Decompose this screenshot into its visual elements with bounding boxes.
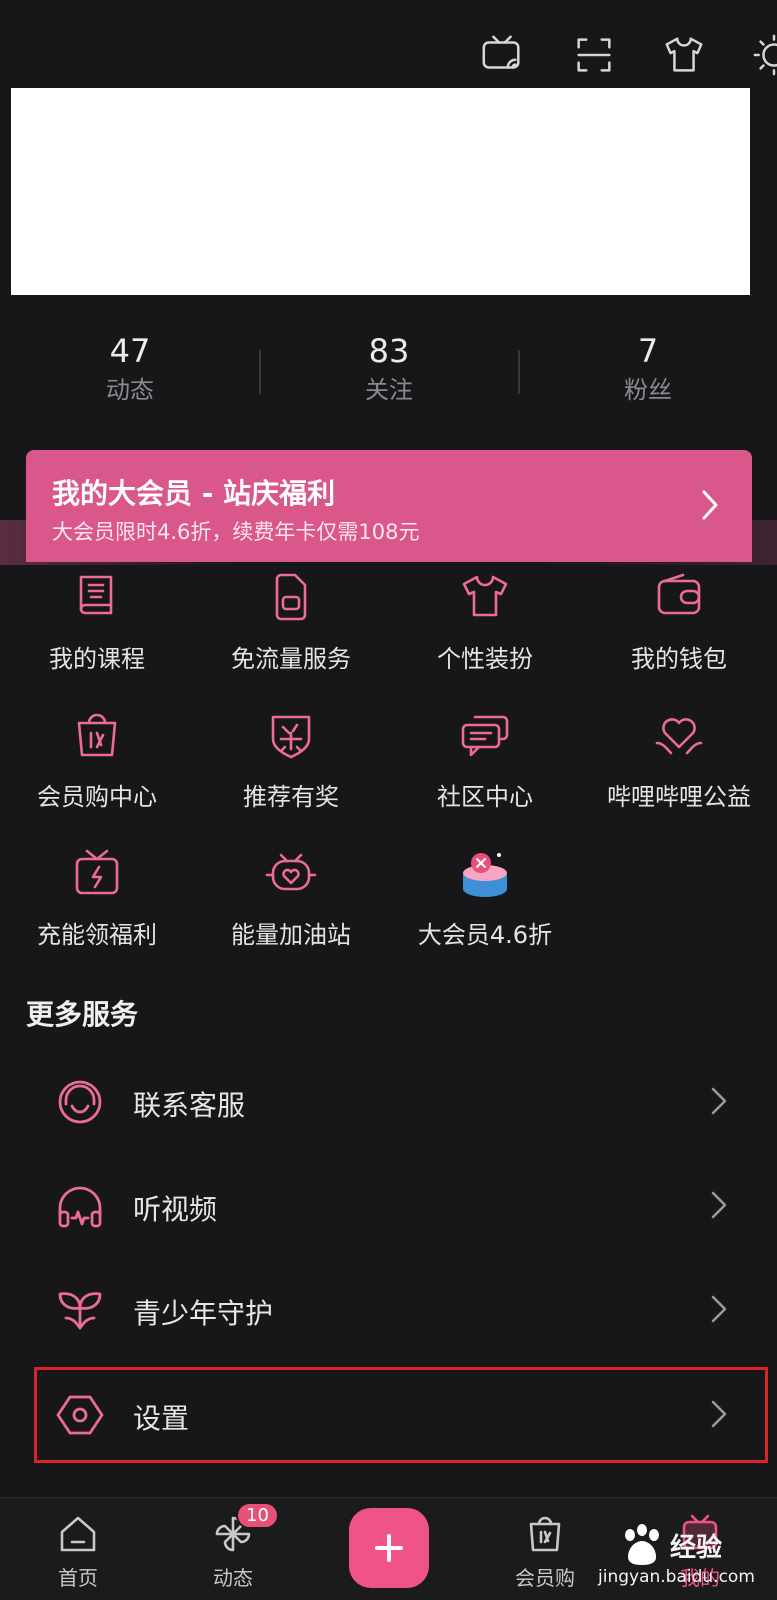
- service-row-audio-video[interactable]: 听视频: [34, 1158, 768, 1254]
- headphones-icon: [54, 1180, 106, 1232]
- grid-item-my-courses[interactable]: 我的课程: [0, 569, 194, 674]
- divider: [259, 350, 261, 394]
- tab-label: 会员购: [515, 1566, 575, 1590]
- grid-item-label: 充能领福利: [37, 921, 157, 949]
- reward-badge-icon: [263, 707, 319, 763]
- profile-card-redacted: [11, 88, 750, 295]
- watermark-url: jingyan.baidu.com: [598, 1567, 755, 1587]
- chevron-right-icon: [711, 1295, 727, 1323]
- grid-item-label: 社区中心: [437, 783, 533, 811]
- vip-banner[interactable]: 我的大会员 - 站庆福利 大会员限时4.6折，续费年卡仅需108元: [26, 450, 752, 562]
- tab-label: 动态: [213, 1566, 253, 1590]
- grid-item-wallet[interactable]: 我的钱包: [582, 569, 776, 674]
- service-row-customer-service[interactable]: 联系客服: [34, 1054, 768, 1150]
- grid-item-energy-station[interactable]: 能量加油站: [194, 845, 388, 950]
- cake-icon: [457, 845, 513, 901]
- settings-hexagon-icon: [54, 1389, 106, 1441]
- tshirt-icon[interactable]: [659, 30, 709, 80]
- service-label: 听视频: [133, 1193, 218, 1226]
- chat-bubbles-icon: [457, 707, 513, 763]
- gift-box-icon: [69, 845, 125, 901]
- stat-label: 粉丝: [624, 376, 672, 404]
- tab-label: 首页: [58, 1566, 98, 1590]
- tab-home[interactable]: 首页: [23, 1512, 133, 1591]
- stat-label: 关注: [365, 376, 413, 404]
- stat-label: 动态: [106, 376, 154, 404]
- grid-item-vip-discount[interactable]: 大会员4.6折: [388, 845, 582, 950]
- banner-subtitle: 大会员限时4.6折，续费年卡仅需108元: [52, 520, 420, 544]
- grid-item-label: 哔哩哔哩公益: [607, 783, 751, 811]
- shopping-bag-icon: [529, 1516, 561, 1552]
- stat-fans[interactable]: 7 粉丝: [548, 330, 748, 408]
- grid-item-label: 我的课程: [49, 645, 145, 673]
- brightness-icon[interactable]: [749, 30, 777, 80]
- grid-item-label: 个性装扮: [437, 645, 533, 673]
- grid-item-label: 大会员4.6折: [417, 921, 553, 949]
- heart-tv-icon: [263, 845, 319, 901]
- grid-item-label: 能量加油站: [231, 921, 351, 949]
- more-services-title: 更多服务: [26, 998, 139, 1031]
- sprout-icon: [54, 1284, 106, 1336]
- headset-icon: [54, 1076, 106, 1128]
- service-label: 设置: [133, 1402, 190, 1435]
- profile-stats: 47 动态 83 关注 7 粉丝: [0, 330, 777, 420]
- divider: [518, 350, 520, 394]
- stat-value: 83: [368, 332, 410, 370]
- course-icon: [69, 569, 125, 625]
- grid-item-theme[interactable]: 个性装扮: [388, 569, 582, 674]
- tshirt-icon: [457, 569, 513, 625]
- stat-value: 7: [637, 332, 659, 370]
- stat-value: 47: [109, 332, 151, 370]
- grid-item-charge-benefits[interactable]: 充能领福利: [0, 845, 194, 950]
- grid-item-charity[interactable]: 哔哩哔哩公益: [582, 707, 776, 812]
- stat-posts[interactable]: 47 动态: [30, 330, 230, 408]
- grid-item-label: 会员购中心: [37, 783, 157, 811]
- grid-item-vip-shop[interactable]: 会员购中心: [0, 707, 194, 812]
- tv-cast-icon[interactable]: [477, 30, 527, 80]
- tab-vip-shop[interactable]: 会员购: [490, 1512, 600, 1591]
- stat-following[interactable]: 83 关注: [289, 330, 489, 408]
- watermark-brand: 经验: [670, 1533, 723, 1563]
- home-icon: [60, 1516, 96, 1552]
- paw-logo-icon: [625, 1524, 659, 1565]
- scan-icon[interactable]: [569, 30, 619, 80]
- chevron-right-icon: [711, 1400, 727, 1428]
- banner-title: 我的大会员 - 站庆福利: [52, 477, 336, 510]
- notification-badge: 10: [236, 1502, 279, 1529]
- grid-item-label: 免流量服务: [231, 645, 351, 673]
- baidu-jingyan-watermark: 经验 jingyan.baidu.com: [598, 1523, 768, 1593]
- service-label: 联系客服: [133, 1089, 246, 1122]
- service-row-youth-protection[interactable]: 青少年守护: [34, 1262, 768, 1358]
- plus-icon: [375, 1534, 403, 1562]
- service-row-settings[interactable]: 设置: [34, 1367, 768, 1463]
- publish-button[interactable]: [349, 1508, 429, 1588]
- wallet-icon: [651, 569, 707, 625]
- grid-item-label: 我的钱包: [631, 645, 727, 673]
- grid-item-label: 推荐有奖: [243, 783, 339, 811]
- chevron-right-icon: [711, 1191, 727, 1219]
- sim-card-icon: [263, 569, 319, 625]
- grid-item-community[interactable]: 社区中心: [388, 707, 582, 812]
- shopping-bag-icon: [69, 707, 125, 763]
- grid-item-data-free[interactable]: 免流量服务: [194, 569, 388, 674]
- tab-dynamics[interactable]: 动态 10: [178, 1502, 288, 1591]
- top-toolbar: [417, 30, 777, 80]
- chevron-right-icon: [702, 490, 718, 520]
- grid-item-referral[interactable]: 推荐有奖: [194, 707, 388, 812]
- heart-hands-icon: [651, 707, 707, 763]
- service-label: 青少年守护: [133, 1297, 274, 1330]
- chevron-right-icon: [711, 1087, 727, 1115]
